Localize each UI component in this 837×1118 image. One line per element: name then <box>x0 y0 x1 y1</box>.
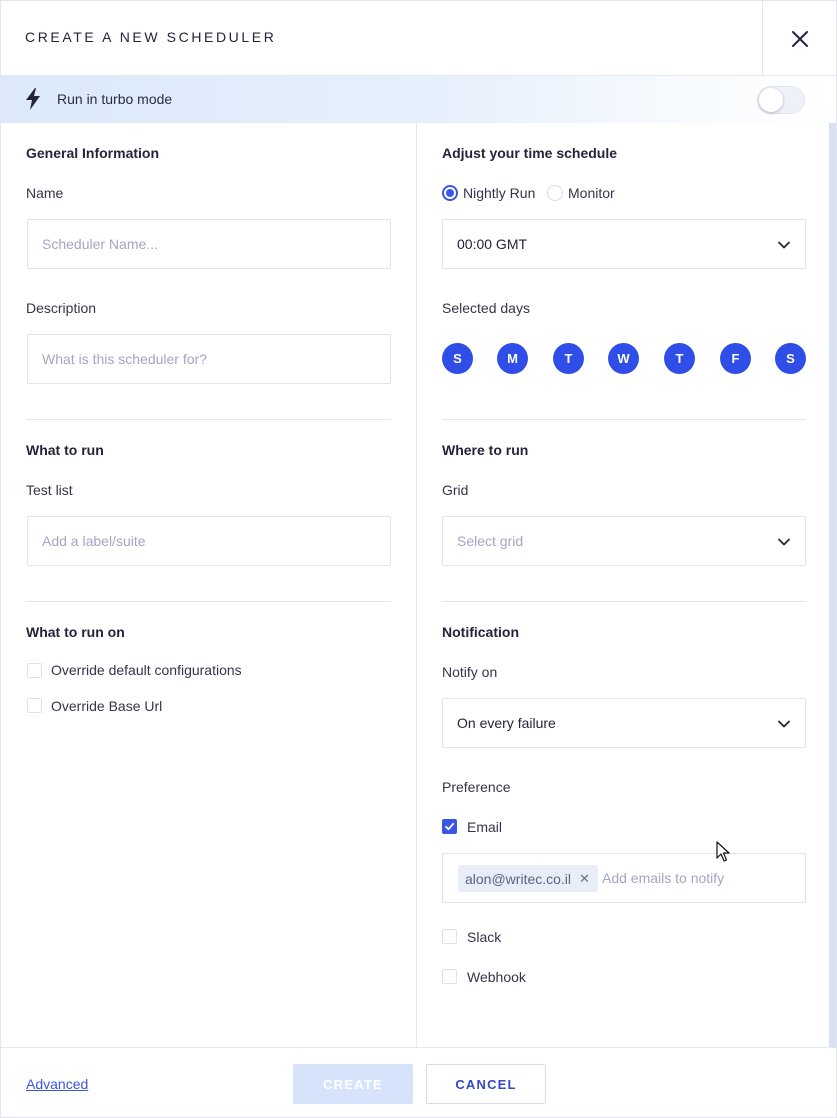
turbo-mode-toggle[interactable] <box>757 86 805 114</box>
create-scheduler-dialog: CREATE A NEW SCHEDULER Run in turbo mode… <box>0 0 837 1118</box>
webhook-label: Webhook <box>467 969 526 985</box>
time-schedule-title: Adjust your time schedule <box>442 145 618 161</box>
selected-days-label: Selected days <box>442 300 530 316</box>
webhook-checkbox[interactable] <box>442 969 457 984</box>
preference-label: Preference <box>442 779 511 795</box>
what-to-run-on-title: What to run on <box>26 624 125 640</box>
test-list-input[interactable] <box>27 516 391 566</box>
day-sunday[interactable]: S <box>442 343 473 374</box>
divider <box>26 601 391 602</box>
mouse-cursor-icon <box>716 841 730 862</box>
day-wednesday[interactable]: W <box>608 343 639 374</box>
time-select-value: 00:00 GMT <box>457 236 528 252</box>
override-configurations-label: Override default configurations <box>51 662 242 678</box>
email-recipients-field[interactable]: alon@writec.co.il ✕ <box>442 853 806 903</box>
divider <box>26 419 391 420</box>
monitor-label: Monitor <box>568 185 615 201</box>
email-label: Email <box>467 819 503 835</box>
close-icon <box>791 30 808 47</box>
scrollbar[interactable] <box>829 123 836 1047</box>
toggle-knob <box>759 88 783 112</box>
description-label: Description <box>26 300 97 316</box>
email-chip: alon@writec.co.il ✕ <box>458 865 598 892</box>
slack-label: Slack <box>467 929 502 945</box>
day-monday[interactable]: M <box>497 343 528 374</box>
what-to-run-title: What to run <box>26 442 104 458</box>
divider <box>442 601 806 602</box>
grid-select-placeholder: Select grid <box>457 533 524 549</box>
general-information-title: General Information <box>26 145 160 161</box>
time-select[interactable]: 00:00 GMT <box>442 219 806 269</box>
chevron-down-icon <box>778 241 790 249</box>
chevron-down-icon <box>778 538 790 546</box>
day-friday[interactable]: F <box>720 343 751 374</box>
test-list-label: Test list <box>26 482 73 498</box>
day-saturday[interactable]: S <box>775 343 806 374</box>
grid-select[interactable]: Select grid <box>442 516 806 566</box>
notification-title: Notification <box>442 624 519 640</box>
column-divider <box>416 123 417 1047</box>
day-thursday[interactable]: T <box>664 343 695 374</box>
override-base-url-label: Override Base Url <box>51 698 163 714</box>
turbo-mode-bar: Run in turbo mode <box>1 76 836 123</box>
name-label: Name <box>26 185 64 201</box>
create-button[interactable]: CREATE <box>293 1064 413 1104</box>
monitor-radio[interactable] <box>547 185 563 201</box>
nightly-run-label: Nightly Run <box>463 185 536 201</box>
day-tuesday[interactable]: T <box>553 343 584 374</box>
turbo-mode-label: Run in turbo mode <box>57 91 173 107</box>
notify-on-value: On every failure <box>457 715 556 731</box>
divider <box>442 419 806 420</box>
nightly-run-radio[interactable] <box>442 185 458 201</box>
notify-on-select[interactable]: On every failure <box>442 698 806 748</box>
where-to-run-title: Where to run <box>442 442 529 458</box>
add-email-input[interactable] <box>602 870 792 886</box>
grid-label: Grid <box>442 482 469 498</box>
scheduler-name-input[interactable] <box>27 219 391 269</box>
notify-on-label: Notify on <box>442 664 498 680</box>
cancel-button[interactable]: CANCEL <box>426 1064 546 1104</box>
lightning-icon <box>26 88 40 110</box>
close-button[interactable] <box>762 1 836 76</box>
slack-checkbox[interactable] <box>442 929 457 944</box>
dialog-footer: Advanced CREATE CANCEL <box>1 1047 836 1117</box>
override-configurations-checkbox[interactable] <box>27 663 42 678</box>
checkmark-icon <box>445 822 455 831</box>
advanced-link[interactable]: Advanced <box>26 1076 88 1092</box>
dialog-header: CREATE A NEW SCHEDULER <box>1 1 836 76</box>
override-base-url-checkbox[interactable] <box>27 698 42 713</box>
email-checkbox[interactable] <box>442 819 457 834</box>
email-chip-label: alon@writec.co.il <box>465 870 572 887</box>
chevron-down-icon <box>778 720 790 728</box>
remove-email-icon[interactable]: ✕ <box>579 871 590 887</box>
dialog-title: CREATE A NEW SCHEDULER <box>25 29 277 45</box>
description-input[interactable] <box>27 334 391 384</box>
